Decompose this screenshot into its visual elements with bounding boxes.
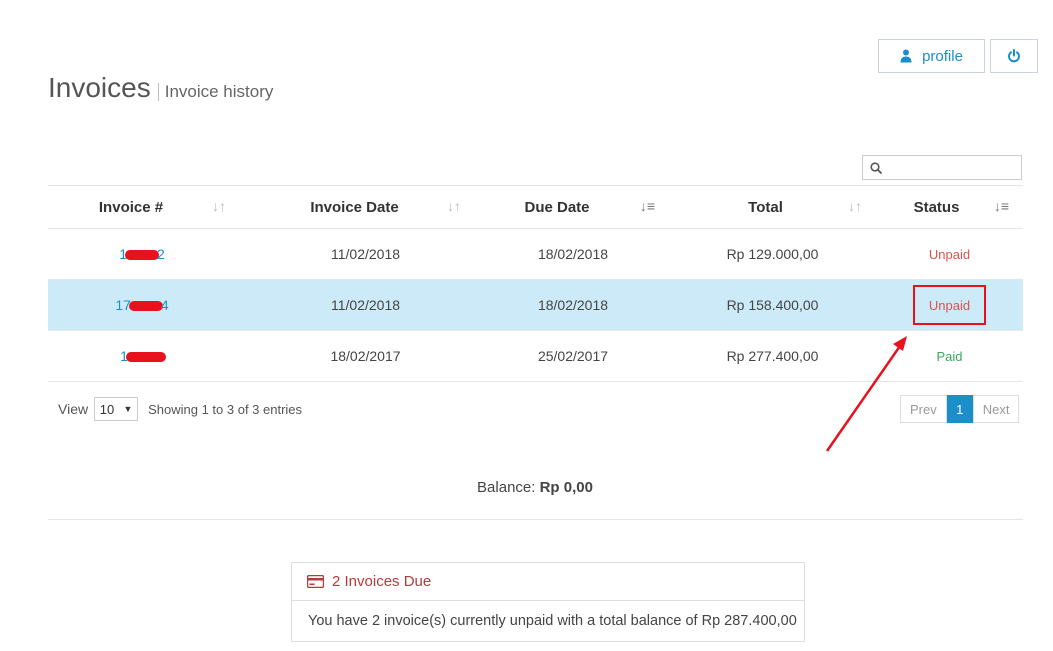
invoice-number-cell: 1 (48, 330, 240, 382)
search-input[interactable] (862, 155, 1022, 180)
page-header: Invoices Invoice history (48, 72, 273, 104)
due-date-cell: 25/02/2017 (475, 330, 669, 382)
balance-value: Rp 0,00 (539, 479, 593, 496)
user-icon (900, 49, 912, 63)
total-cell: Rp 158.400,00 (669, 279, 876, 331)
column-header-invoice-number[interactable]: Invoice # ↓↑ (48, 185, 240, 229)
redaction-mark (125, 250, 159, 261)
status-cell: Paid (876, 330, 1023, 382)
invoices-due-panel: 2 Invoices Due You have 2 invoice(s) cur… (291, 562, 805, 642)
column-label: Status (913, 198, 960, 216)
entries-info: Showing 1 to 3 of 3 entries (148, 401, 303, 417)
status-cell: Unpaid (876, 228, 1023, 280)
due-date-cell: 18/02/2018 (475, 279, 669, 331)
section-divider (48, 519, 1023, 520)
redaction-mark (128, 301, 163, 312)
column-label: Total (748, 198, 783, 216)
column-header-invoice-date[interactable]: Invoice Date ↓↑ (240, 185, 475, 229)
column-label: Due Date (524, 198, 590, 216)
sort-icon: ↓↑ (212, 198, 226, 214)
table-row[interactable]: 17 4 11/02/2018 18/02/2018 Rp 158.400,00 … (48, 279, 1023, 331)
invoice-link[interactable]: 12 (119, 246, 165, 262)
pagination: Prev 1 Next (900, 395, 1020, 423)
invoice-number-suffix: 2 (157, 246, 165, 262)
total-cell: Rp 277.400,00 (669, 330, 876, 382)
invoice-link[interactable]: 1 (120, 348, 166, 364)
status-badge: Unpaid (928, 247, 971, 262)
caret-down-icon: ▼ (123, 404, 133, 414)
status-cell: Unpaid (876, 279, 1023, 331)
column-header-total[interactable]: Total ↓↑ (669, 185, 876, 229)
page-button-current[interactable]: 1 (946, 395, 973, 423)
sort-icon: ↓↑ (848, 198, 862, 214)
sort-descending-icon: ↓≡ (993, 198, 1009, 214)
view-label: View (58, 401, 89, 417)
status-badge: Paid (936, 349, 963, 364)
invoice-date-cell: 11/02/2018 (240, 279, 475, 331)
next-page-button[interactable]: Next (972, 395, 1020, 423)
search-icon (870, 161, 882, 174)
invoices-table: Invoice # ↓↑ Invoice Date ↓↑ Due Date ↓≡ To… (48, 185, 1023, 382)
balance-summary: Balance: Rp 0,00 (0, 479, 1053, 496)
column-label: Invoice Date (310, 198, 399, 216)
invoice-number-cell: 17 4 (48, 279, 240, 331)
profile-button[interactable]: profile (878, 39, 985, 73)
balance-label: Balance: (477, 479, 536, 496)
invoices-due-header: 2 Invoices Due (292, 563, 804, 601)
status-highlight-box: Unpaid (912, 285, 987, 325)
credit-card-icon (307, 575, 324, 588)
column-header-status[interactable]: Status ↓≡ (876, 185, 1023, 229)
power-icon (1008, 49, 1020, 63)
profile-label: profile (922, 47, 963, 65)
status-badge: Unpaid (928, 298, 971, 313)
due-date-cell: 18/02/2018 (475, 228, 669, 280)
invoice-number-suffix: 4 (160, 297, 169, 313)
page-size-value: 10 (99, 401, 115, 417)
page-title: Invoices (48, 72, 151, 103)
invoice-number-cell: 12 (48, 228, 240, 280)
invoice-date-cell: 11/02/2018 (240, 228, 475, 280)
sort-icon: ↓↑ (447, 198, 461, 214)
invoices-due-message: You have 2 invoice(s) currently unpaid w… (308, 613, 797, 629)
invoice-date-cell: 18/02/2017 (240, 330, 475, 382)
page-subtitle: Invoice history (157, 83, 273, 101)
page-size-select[interactable]: 10 ▼ (94, 397, 139, 421)
invoices-due-title: 2 Invoices Due (332, 573, 432, 590)
table-row[interactable]: 12 11/02/2018 18/02/2018 Rp 129.000,00 U… (48, 228, 1023, 280)
logout-button[interactable] (990, 39, 1038, 73)
total-cell: Rp 129.000,00 (669, 228, 876, 280)
table-header-row: Invoice # ↓↑ Invoice Date ↓↑ Due Date ↓≡ To… (48, 185, 1023, 229)
redaction-mark (125, 352, 166, 363)
sort-ascending-icon: ↓≡ (639, 198, 655, 214)
prev-page-button[interactable]: Prev (900, 395, 947, 423)
table-row[interactable]: 1 18/02/2017 25/02/2017 Rp 277.400,00 Pa… (48, 330, 1023, 382)
invoice-link[interactable]: 17 4 (115, 297, 168, 313)
column-header-due-date[interactable]: Due Date ↓≡ (475, 185, 669, 229)
column-label: Invoice # (98, 198, 164, 216)
page-size-control: View 10 ▼ Showing 1 to 3 of 3 entries (58, 397, 302, 421)
top-buttons: profile (878, 39, 1038, 73)
